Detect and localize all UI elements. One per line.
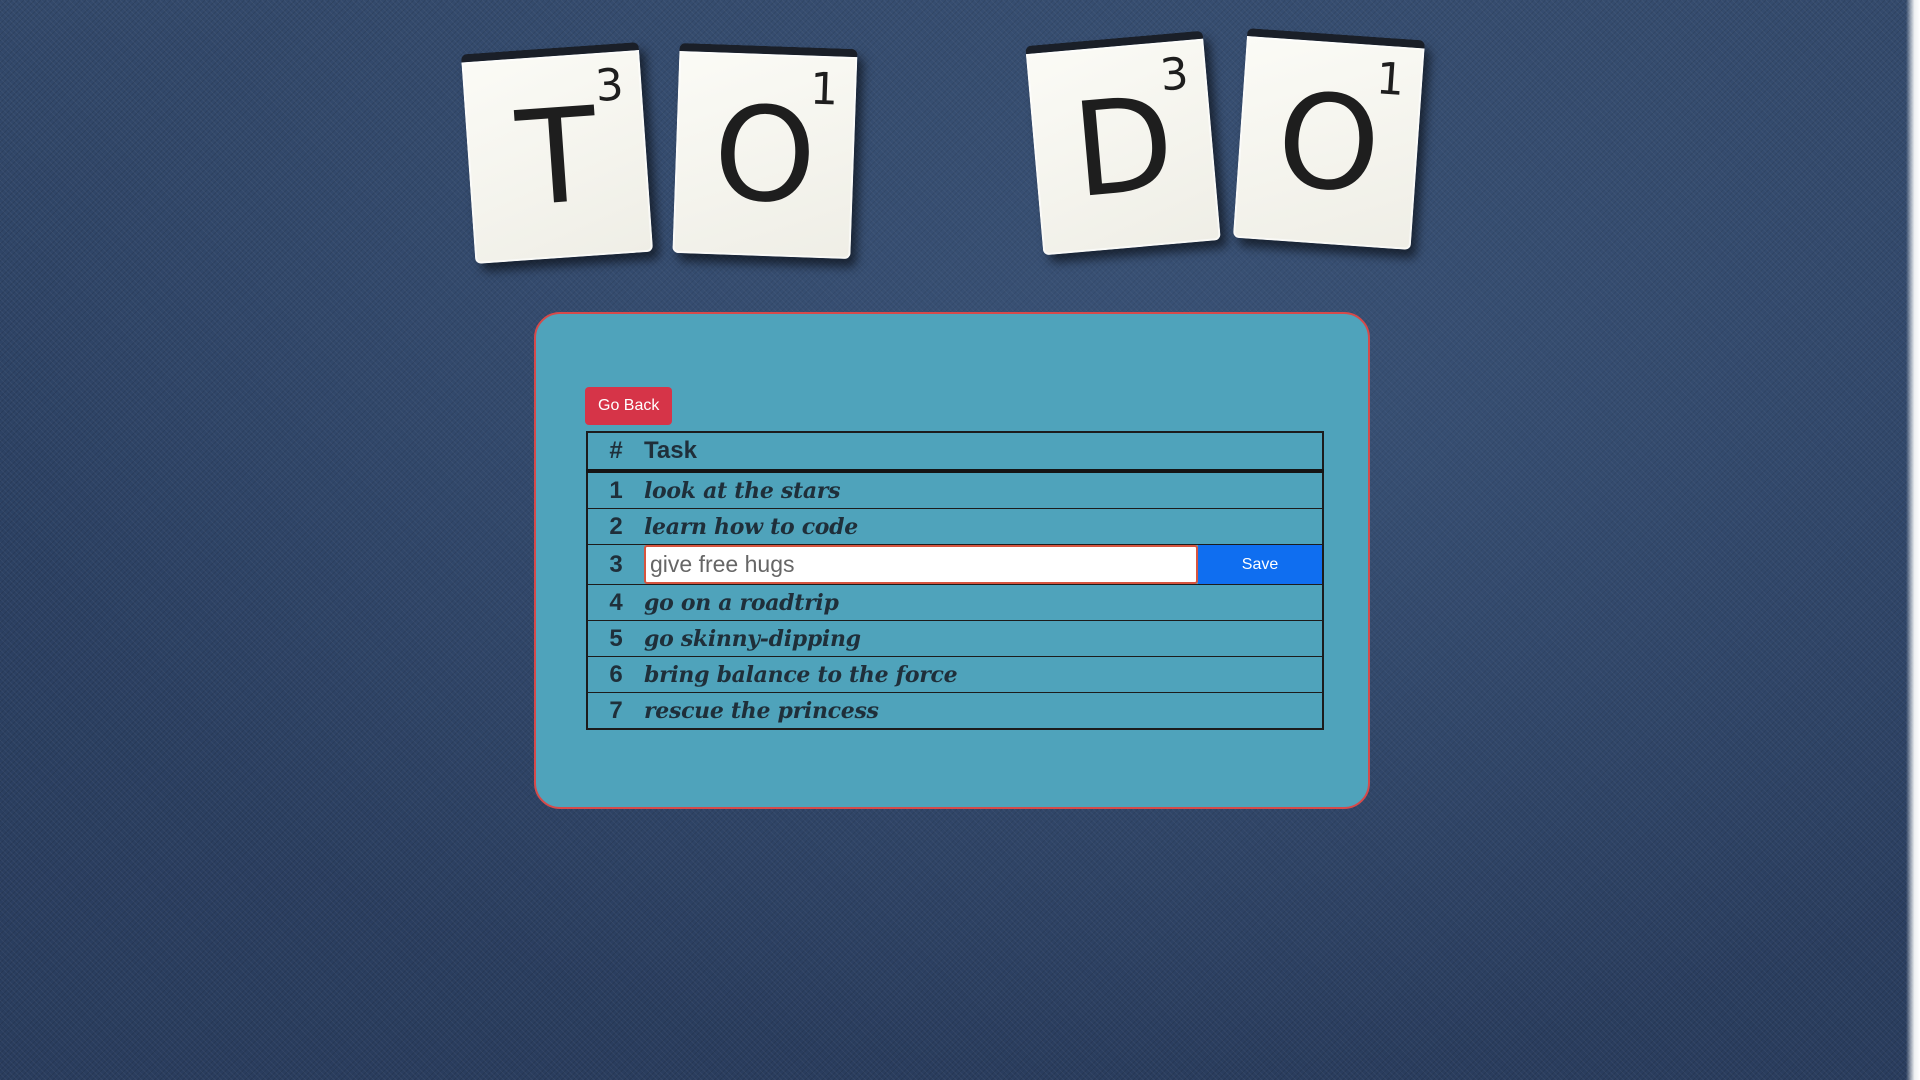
task-text[interactable]: look at the stars bbox=[644, 470, 1323, 509]
task-number: 4 bbox=[587, 584, 644, 621]
column-header-number: # bbox=[587, 432, 644, 473]
task-text[interactable]: rescue the princess bbox=[644, 692, 1323, 729]
scrabble-tile-o: O 1 bbox=[672, 42, 858, 260]
scrabble-tile-t: T 3 bbox=[460, 42, 654, 264]
task-number: 3 bbox=[587, 544, 644, 585]
go-back-button[interactable]: Go Back bbox=[585, 387, 673, 425]
table-row[interactable]: 7 rescue the princess bbox=[587, 692, 1323, 729]
table-row[interactable]: 6 bring balance to the force bbox=[587, 656, 1323, 693]
task-number: 1 bbox=[587, 470, 644, 509]
task-text[interactable]: bring balance to the force bbox=[644, 656, 1323, 693]
table-row-editing: 3 Save bbox=[587, 544, 1323, 585]
task-text[interactable]: go on a roadtrip bbox=[644, 584, 1323, 621]
tile-score: 1 bbox=[809, 63, 840, 116]
table-row[interactable]: 1 look at the stars bbox=[587, 470, 1323, 509]
task-number: 6 bbox=[587, 656, 644, 693]
task-number: 5 bbox=[587, 620, 644, 657]
column-header-task: Task bbox=[644, 432, 1323, 473]
task-table: # Task 1 look at the stars 2 learn how t… bbox=[586, 431, 1324, 730]
task-edit-cell: Save bbox=[644, 544, 1323, 585]
task-text[interactable]: learn how to code bbox=[644, 508, 1323, 545]
table-row[interactable]: 4 go on a roadtrip bbox=[587, 584, 1323, 621]
task-edit-input[interactable] bbox=[644, 545, 1198, 584]
scrabble-tile-d: D 3 bbox=[1025, 30, 1221, 256]
todo-panel: Go Back # Task 1 look at the stars 2 lea… bbox=[534, 312, 1370, 809]
table-header-row: # Task bbox=[587, 432, 1323, 473]
tile-score: 1 bbox=[1374, 53, 1407, 107]
todo-tiles-header: T 3 O 1 D 3 O 1 bbox=[0, 0, 1920, 264]
table-row[interactable]: 5 go skinny-dipping bbox=[587, 620, 1323, 657]
task-number: 7 bbox=[587, 692, 644, 729]
save-button[interactable]: Save bbox=[1198, 545, 1322, 584]
task-text[interactable]: go skinny-dipping bbox=[644, 620, 1323, 657]
task-number: 2 bbox=[587, 508, 644, 545]
tile-score: 3 bbox=[1158, 48, 1191, 102]
scrabble-tile-o: O 1 bbox=[1232, 28, 1426, 250]
table-row[interactable]: 2 learn how to code bbox=[587, 508, 1323, 545]
task-edit-form: Save bbox=[644, 545, 1322, 584]
tile-score: 3 bbox=[593, 59, 626, 113]
